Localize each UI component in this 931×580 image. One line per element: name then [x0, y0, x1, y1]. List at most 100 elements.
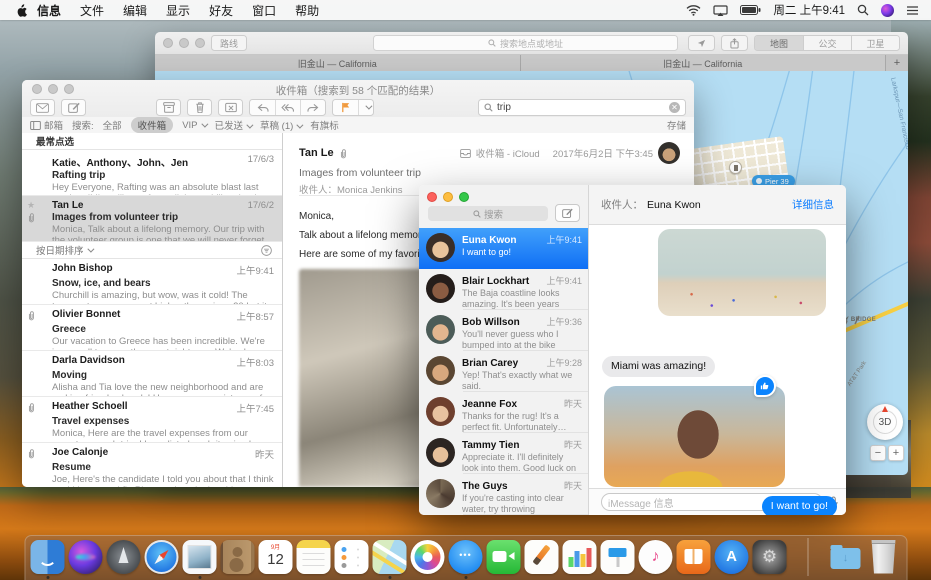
keynote-icon[interactable] — [601, 540, 635, 574]
reply-button[interactable] — [250, 100, 275, 115]
menu-item[interactable]: 显示 — [166, 2, 190, 19]
facetime-icon[interactable] — [487, 540, 521, 574]
dock-item[interactable] — [676, 540, 711, 574]
photos-icon[interactable] — [411, 540, 445, 574]
map-zoom-in-button[interactable]: + — [888, 445, 904, 461]
maps-tab[interactable]: 旧金山 — California — [521, 55, 887, 71]
get-mail-button[interactable] — [30, 99, 55, 116]
menu-item[interactable]: 好友 — [209, 2, 233, 19]
clear-search-icon[interactable]: ✕ — [669, 102, 680, 113]
minimize-icon[interactable] — [443, 192, 453, 202]
safari-icon[interactable] — [145, 540, 179, 574]
flag-dropdown-button[interactable] — [358, 100, 373, 115]
close-icon[interactable] — [163, 38, 173, 48]
mail-search-field[interactable]: trip ✕ — [478, 99, 686, 116]
junk-button[interactable] — [218, 99, 243, 116]
maps-mode-segment[interactable]: 地图 — [755, 36, 803, 50]
mail-list-item[interactable]: ★ Tan Le17/6/2 Images from volunteer tri… — [22, 196, 282, 242]
dock-item[interactable] — [828, 540, 863, 574]
dock-divider[interactable] — [807, 538, 808, 576]
dock-item[interactable] — [562, 540, 597, 574]
dock-item[interactable] — [790, 538, 825, 576]
mail-icon[interactable] — [183, 540, 217, 574]
numbers-icon[interactable] — [563, 540, 597, 574]
close-icon[interactable] — [427, 192, 437, 202]
dock-item[interactable] — [334, 540, 369, 574]
notification-center-icon[interactable] — [906, 5, 919, 16]
map-monument-pin[interactable] — [729, 161, 742, 174]
delete-button[interactable] — [187, 99, 212, 116]
ibooks-icon[interactable] — [677, 540, 711, 574]
share-button[interactable] — [721, 35, 748, 51]
mail-list-item[interactable]: Katie、Anthony、John、Jen17/6/3 Rafting tri… — [22, 150, 282, 196]
conversation-list-item[interactable]: Euna Kwon 上午9:41 I want to go! — [419, 228, 588, 269]
new-tab-button[interactable]: + — [886, 55, 908, 71]
details-button[interactable]: 详细信息 — [792, 197, 834, 212]
pages-icon[interactable] — [525, 540, 559, 574]
compose-message-button[interactable] — [555, 204, 580, 222]
thumbs-up-tapback-icon[interactable] — [754, 375, 776, 397]
received-photo-portrait[interactable] — [604, 386, 785, 487]
flag-button[interactable] — [333, 100, 358, 115]
filter-icon[interactable] — [261, 245, 272, 256]
scope-vip[interactable]: VIP — [182, 120, 205, 131]
dock-item[interactable] — [714, 540, 749, 574]
conversation-search-input[interactable]: 搜索 — [428, 206, 548, 221]
calendar-icon[interactable] — [259, 540, 293, 574]
menu-bar-clock[interactable]: 周二 上午9:41 — [773, 2, 845, 18]
archive-button[interactable] — [156, 99, 181, 116]
conversation-list-item[interactable]: The Guys 昨天 If you're casting into clear… — [419, 474, 588, 515]
conversation-list-item[interactable]: Blair Lockhart 上午9:41 The Baja coastline… — [419, 269, 588, 310]
maps-icon[interactable] — [373, 540, 407, 574]
scope-flagged[interactable]: 有旗标 — [310, 118, 339, 132]
finder-icon[interactable] — [31, 540, 65, 574]
dock-item[interactable] — [486, 540, 521, 574]
conversation-list-item[interactable]: Bob Willson 上午9:36 You'll never guess wh… — [419, 310, 588, 351]
zoom-icon[interactable] — [459, 192, 469, 202]
contacts-icon[interactable] — [221, 540, 255, 574]
spotlight-icon[interactable] — [857, 4, 869, 16]
scope-drafts[interactable]: 草稿 (1) — [260, 118, 301, 132]
system-preferences-icon[interactable] — [753, 540, 787, 574]
current-location-button[interactable] — [688, 35, 715, 51]
conversation-list-item[interactable]: Tammy Tien 昨天 Appreciate it. I'll defini… — [419, 433, 588, 474]
dock-item[interactable] — [448, 540, 483, 574]
mail-list-item[interactable]: Olivier Bonnet上午8:57 Greece Our vacation… — [22, 305, 282, 351]
mail-list-item[interactable]: Joe Calonje昨天 Resume Joe, Here's the can… — [22, 443, 282, 487]
scope-sent[interactable]: 已发送 — [215, 118, 252, 132]
dock-item[interactable] — [68, 540, 103, 574]
dock-item[interactable] — [144, 540, 179, 574]
maps-mode-segment[interactable]: 卫星 — [851, 36, 899, 50]
dock-item[interactable] — [106, 540, 141, 574]
scope-all[interactable]: 全部 — [103, 118, 122, 132]
apple-menu-icon[interactable] — [14, 3, 27, 18]
messages-icon[interactable] — [449, 540, 483, 574]
mail-list-item[interactable]: Darla Davidson上午8:03 Moving Alisha and T… — [22, 351, 282, 397]
conversation-list-item[interactable]: Brian Carey 上午9:28 Yep! That's exactly w… — [419, 351, 588, 392]
section-header-sort[interactable]: 按日期排序 — [22, 242, 282, 259]
messages-window-controls[interactable] — [427, 192, 469, 202]
minimize-icon[interactable] — [179, 38, 189, 48]
save-search-button[interactable]: 存储 — [667, 118, 686, 132]
mailbox-list-toggle[interactable]: 邮箱 — [30, 118, 63, 132]
reminders-icon[interactable] — [335, 540, 369, 574]
siri-icon[interactable] — [69, 540, 103, 574]
reply-all-button[interactable] — [275, 100, 300, 115]
menu-item[interactable]: 帮助 — [295, 2, 319, 19]
sent-message-bubble[interactable]: I want to go! — [762, 496, 837, 515]
wifi-icon[interactable] — [686, 5, 701, 16]
dock-item[interactable] — [220, 540, 255, 574]
dock-item[interactable] — [524, 540, 559, 574]
dock-item[interactable] — [410, 540, 445, 574]
dock-item[interactable] — [372, 540, 407, 574]
mail-list-item[interactable]: Heather Schoell上午7:45 Travel expenses Mo… — [22, 397, 282, 443]
mail-list-item[interactable]: John Bishop上午9:41 Snow, ice, and bears C… — [22, 259, 282, 305]
dock-item[interactable] — [600, 540, 635, 574]
dock-item[interactable] — [182, 540, 217, 574]
map-3d-compass-button[interactable]: 3D — [867, 404, 903, 440]
menu-item[interactable]: 编辑 — [123, 2, 147, 19]
maps-tab[interactable]: 旧金山 — California — [155, 55, 521, 71]
dock-item[interactable] — [638, 540, 673, 574]
received-message-bubble[interactable]: Miami was amazing! — [602, 356, 715, 377]
directions-button[interactable]: 路线 — [211, 35, 247, 51]
